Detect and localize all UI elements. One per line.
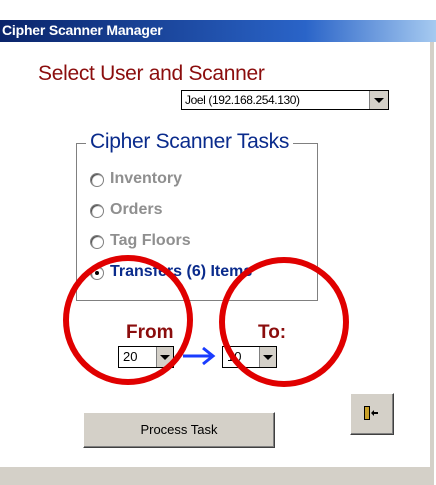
to-combo-dropdown-button[interactable] — [259, 347, 276, 367]
to-combo[interactable]: 10 — [222, 346, 277, 368]
select-user-scanner-heading: Select User and Scanner — [38, 62, 265, 85]
radio-button-icon[interactable] — [90, 173, 104, 187]
scanner-select[interactable]: Joel (192.168.254.130) — [181, 90, 389, 110]
radio-button-icon[interactable] — [90, 235, 104, 249]
to-label: To: — [258, 322, 287, 343]
from-combo-value: 20 — [123, 349, 138, 364]
from-combo-dropdown-button[interactable] — [156, 347, 173, 367]
exit-door-icon — [364, 406, 378, 420]
arrow-right-icon — [183, 346, 216, 366]
chevron-down-icon — [374, 98, 384, 103]
scanner-select-value: Joel (192.168.254.130) — [185, 93, 300, 107]
from-label: From — [126, 322, 174, 343]
tasks-group-title: Cipher Scanner Tasks — [86, 130, 294, 154]
from-combo[interactable]: 20 — [118, 346, 174, 368]
title-bar: Cipher Scanner Manager — [0, 0, 436, 46]
window-title: Cipher Scanner Manager — [2, 22, 163, 38]
exit-button[interactable] — [350, 393, 394, 435]
to-combo-value: 10 — [227, 349, 242, 364]
chevron-down-icon — [263, 355, 273, 360]
process-task-button[interactable]: Process Task — [83, 412, 275, 448]
radio-orders-label: Orders — [110, 201, 163, 218]
scanner-select-dropdown-button[interactable] — [369, 91, 388, 109]
radio-inventory-label: Inventory — [110, 170, 183, 187]
radio-tag-floors-label: Tag Floors — [110, 232, 191, 249]
chevron-down-icon — [160, 355, 170, 360]
radio-button-icon[interactable] — [90, 204, 104, 218]
radio-button-selected-icon[interactable] — [90, 266, 104, 280]
app-window: Cipher Scanner Manager Select User and S… — [0, 0, 436, 485]
radio-transfers-label: Transfers (6) Items — [110, 263, 253, 280]
